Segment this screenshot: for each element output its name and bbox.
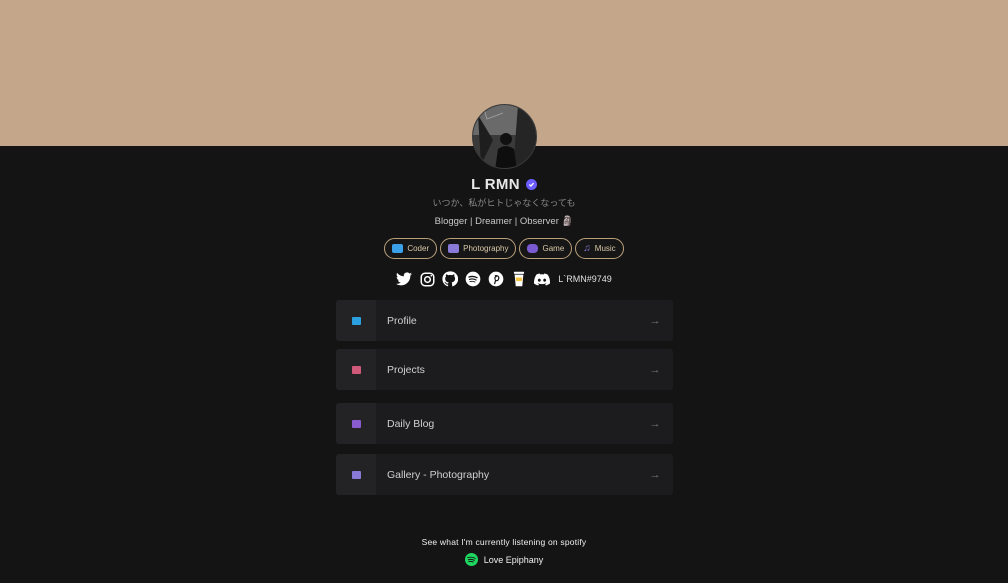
spotify-icon — [464, 553, 478, 566]
verified-badge-icon — [525, 179, 537, 190]
chip-game[interactable]: Game — [519, 238, 573, 259]
link-gallery-photography[interactable]: Gallery - Photography → — [336, 454, 673, 495]
profile-name-row: L RMN — [0, 176, 1008, 193]
spotify-now-playing-title: See what I'm currently listening on spot… — [421, 537, 587, 547]
github-icon[interactable] — [442, 271, 459, 287]
spotify-icon[interactable] — [465, 271, 481, 287]
buymeacoffee-icon[interactable] — [511, 271, 527, 287]
chip-label: Photography — [463, 244, 509, 253]
link-icon-box — [336, 403, 376, 444]
laptop-icon — [392, 244, 404, 253]
box-icon — [351, 365, 361, 374]
gamepad-icon — [527, 244, 539, 253]
link-profile[interactable]: Profile → — [336, 300, 673, 341]
instagram-icon[interactable] — [419, 271, 435, 287]
chip-coder[interactable]: Coder — [384, 238, 438, 259]
camera-icon — [448, 244, 460, 253]
notebook-icon — [351, 419, 361, 428]
chip-label: Coder — [407, 244, 430, 253]
link-label: Daily Blog — [387, 417, 435, 430]
camera-icon — [351, 470, 361, 479]
chip-label: Music — [594, 244, 616, 253]
discord-tag: L`RMN#9749 — [558, 274, 612, 284]
profile-name: L RMN — [471, 176, 520, 193]
social-links: L`RMN#9749 — [0, 271, 1008, 287]
link-projects[interactable]: Projects → — [336, 349, 673, 390]
arrow-right-icon: → — [649, 363, 661, 376]
link-label: Projects — [387, 363, 425, 376]
link-label: Gallery - Photography — [387, 468, 490, 481]
arrow-right-icon: → — [649, 417, 661, 430]
profile-bio: Blogger | Dreamer | Observer 🗿 — [434, 216, 574, 227]
discord-icon[interactable] — [534, 271, 551, 287]
link-icon-box — [336, 300, 376, 341]
pinterest-icon[interactable] — [488, 271, 504, 287]
link-icon-box — [336, 454, 376, 495]
interest-chips: Coder Photography Game ♫ Music — [0, 238, 1008, 259]
song-title: Love Epiphany — [483, 554, 544, 565]
avatar — [472, 104, 537, 169]
twitter-icon[interactable] — [396, 271, 413, 287]
chip-label: Game — [542, 244, 565, 253]
link-icon-box — [336, 349, 376, 390]
chip-photography[interactable]: Photography — [440, 238, 517, 259]
arrow-right-icon: → — [649, 468, 661, 481]
music-note-icon: ♫ — [583, 242, 591, 254]
profile-tagline: いつか、私がヒトじゃなくなっても — [432, 198, 576, 208]
arrow-right-icon: → — [649, 314, 661, 327]
link-daily-blog[interactable]: Daily Blog → — [336, 403, 673, 444]
link-label: Profile — [387, 314, 417, 327]
spotify-now-playing[interactable]: Love Epiphany — [0, 553, 1008, 566]
card-icon — [351, 316, 361, 325]
chip-music[interactable]: ♫ Music — [575, 238, 624, 259]
